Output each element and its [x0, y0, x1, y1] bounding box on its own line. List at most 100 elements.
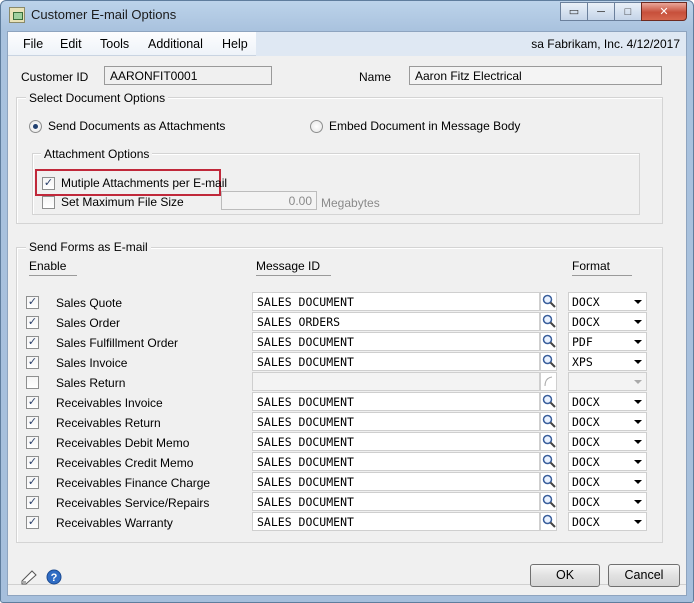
- form-name: Receivables Invoice: [56, 396, 163, 410]
- form-name: Receivables Debit Memo: [56, 436, 190, 450]
- message-id-field[interactable]: SALES DOCUMENT: [252, 412, 540, 431]
- message-id-field[interactable]: SALES DOCUMENT: [252, 432, 540, 451]
- message-id-field[interactable]: SALES DOCUMENT: [252, 332, 540, 351]
- close-button[interactable]: ✕: [641, 2, 687, 21]
- menu-bar: File Edit Tools Additional Help sa Fabri…: [8, 32, 686, 56]
- embed-document-label: Embed Document in Message Body: [329, 119, 521, 133]
- message-id-field[interactable]: SALES ORDERS: [252, 312, 540, 331]
- note-icon[interactable]: [20, 569, 38, 588]
- message-id-field[interactable]: SALES DOCUMENT: [252, 352, 540, 371]
- format-select[interactable]: DOCX: [568, 432, 647, 451]
- message-id-field[interactable]: SALES DOCUMENT: [252, 392, 540, 411]
- message-id-field[interactable]: [252, 372, 540, 391]
- format-select[interactable]: XPS: [568, 352, 647, 371]
- form-name: Sales Return: [56, 376, 126, 390]
- lookup-icon[interactable]: [540, 452, 557, 471]
- ok-button[interactable]: OK: [530, 564, 600, 587]
- help-icon[interactable]: ?: [46, 569, 62, 588]
- minimize-button[interactable]: ─: [587, 2, 615, 21]
- message-id-field[interactable]: SALES DOCUMENT: [252, 512, 540, 531]
- format-select[interactable]: PDF: [568, 332, 647, 351]
- header-underline: [256, 275, 331, 276]
- message-id-field[interactable]: SALES DOCUMENT: [252, 452, 540, 471]
- max-file-size-checkbox[interactable]: [42, 196, 55, 209]
- form-enable-checkbox[interactable]: ✓: [26, 356, 39, 369]
- restore-icon[interactable]: ▭: [560, 2, 588, 21]
- column-format-header: Format: [572, 259, 611, 273]
- max-file-size-label: Set Maximum File Size: [61, 195, 184, 209]
- form-enable-checkbox[interactable]: ✓: [26, 416, 39, 429]
- chevron-down-icon: [634, 340, 642, 344]
- send-attachments-radio[interactable]: [29, 120, 42, 133]
- form-enable-checkbox[interactable]: ✓: [26, 436, 39, 449]
- form-enable-checkbox[interactable]: ✓: [26, 476, 39, 489]
- form-enable-checkbox[interactable]: ✓: [26, 456, 39, 469]
- title-bar[interactable]: Customer E-mail Options ▭ ─ □ ✕: [1, 1, 693, 31]
- lookup-icon[interactable]: [540, 352, 557, 371]
- form-name: Sales Quote: [56, 296, 123, 310]
- document-options-label: Select Document Options: [26, 91, 169, 105]
- lookup-icon[interactable]: [540, 312, 557, 331]
- format-select[interactable]: DOCX: [568, 472, 647, 491]
- customer-id-field[interactable]: AARONFIT0001: [104, 66, 272, 85]
- message-id-field[interactable]: SALES DOCUMENT: [252, 292, 540, 311]
- chevron-down-icon: [634, 520, 642, 524]
- message-id-field[interactable]: SALES DOCUMENT: [252, 472, 540, 491]
- lookup-icon[interactable]: [540, 492, 557, 511]
- format-value: DOCX: [572, 475, 600, 489]
- format-select[interactable]: DOCX: [568, 492, 647, 511]
- dialog-window: Customer E-mail Options ▭ ─ □ ✕ File Edi…: [0, 0, 694, 603]
- form-name: Sales Order: [56, 316, 121, 330]
- lookup-icon[interactable]: [540, 332, 557, 351]
- lookup-icon[interactable]: [540, 432, 557, 451]
- chevron-down-icon: [634, 380, 642, 384]
- svg-text:?: ?: [51, 572, 58, 584]
- embed-document-radio[interactable]: [310, 120, 323, 133]
- form-enable-checkbox[interactable]: ✓: [26, 296, 39, 309]
- format-value: DOCX: [572, 295, 600, 309]
- format-select[interactable]: DOCX: [568, 512, 647, 531]
- app-icon: [9, 7, 25, 23]
- format-select[interactable]: DOCX: [568, 392, 647, 411]
- lookup-icon[interactable]: [540, 392, 557, 411]
- menu-edit[interactable]: Edit: [60, 37, 82, 51]
- chevron-down-icon: [634, 420, 642, 424]
- form-enable-checkbox[interactable]: ✓: [26, 316, 39, 329]
- format-value: DOCX: [572, 435, 600, 449]
- form-enable-checkbox[interactable]: ✓: [26, 396, 39, 409]
- form-name: Sales Fulfillment Order: [56, 336, 179, 350]
- form-name: Receivables Return: [56, 416, 161, 430]
- cancel-button[interactable]: Cancel: [608, 564, 680, 587]
- form-enable-checkbox[interactable]: ✓: [26, 496, 39, 509]
- lookup-icon[interactable]: [540, 472, 557, 491]
- menu-tools[interactable]: Tools: [100, 37, 129, 51]
- form-enable-checkbox[interactable]: [26, 376, 39, 389]
- attachment-options-label: Attachment Options: [41, 147, 153, 161]
- chevron-down-icon: [634, 320, 642, 324]
- menu-additional[interactable]: Additional: [148, 37, 203, 51]
- lookup-icon[interactable]: [540, 512, 557, 531]
- format-select[interactable]: DOCX: [568, 312, 647, 331]
- message-id-field[interactable]: SALES DOCUMENT: [252, 492, 540, 511]
- multiple-attachments-checkbox[interactable]: ✓: [42, 177, 55, 190]
- format-value: DOCX: [572, 415, 600, 429]
- form-enable-checkbox[interactable]: ✓: [26, 336, 39, 349]
- form-name: Receivables Credit Memo: [56, 456, 194, 470]
- chevron-down-icon: [634, 480, 642, 484]
- format-select[interactable]: DOCX: [568, 412, 647, 431]
- menu-help[interactable]: Help: [222, 37, 248, 51]
- format-select[interactable]: DOCX: [568, 452, 647, 471]
- maximize-button[interactable]: □: [614, 2, 642, 21]
- window-title: Customer E-mail Options: [31, 7, 177, 22]
- header-underline: [572, 275, 632, 276]
- menu-file[interactable]: File: [23, 37, 43, 51]
- format-select[interactable]: DOCX: [568, 292, 647, 311]
- column-enable-header: Enable: [29, 259, 67, 273]
- format-value: DOCX: [572, 495, 600, 509]
- chevron-down-icon: [634, 440, 642, 444]
- max-file-size-field[interactable]: 0.00: [221, 191, 317, 210]
- lookup-icon[interactable]: [540, 292, 557, 311]
- lookup-icon[interactable]: [540, 412, 557, 431]
- dialog-body: File Edit Tools Additional Help sa Fabri…: [7, 31, 687, 596]
- form-enable-checkbox[interactable]: ✓: [26, 516, 39, 529]
